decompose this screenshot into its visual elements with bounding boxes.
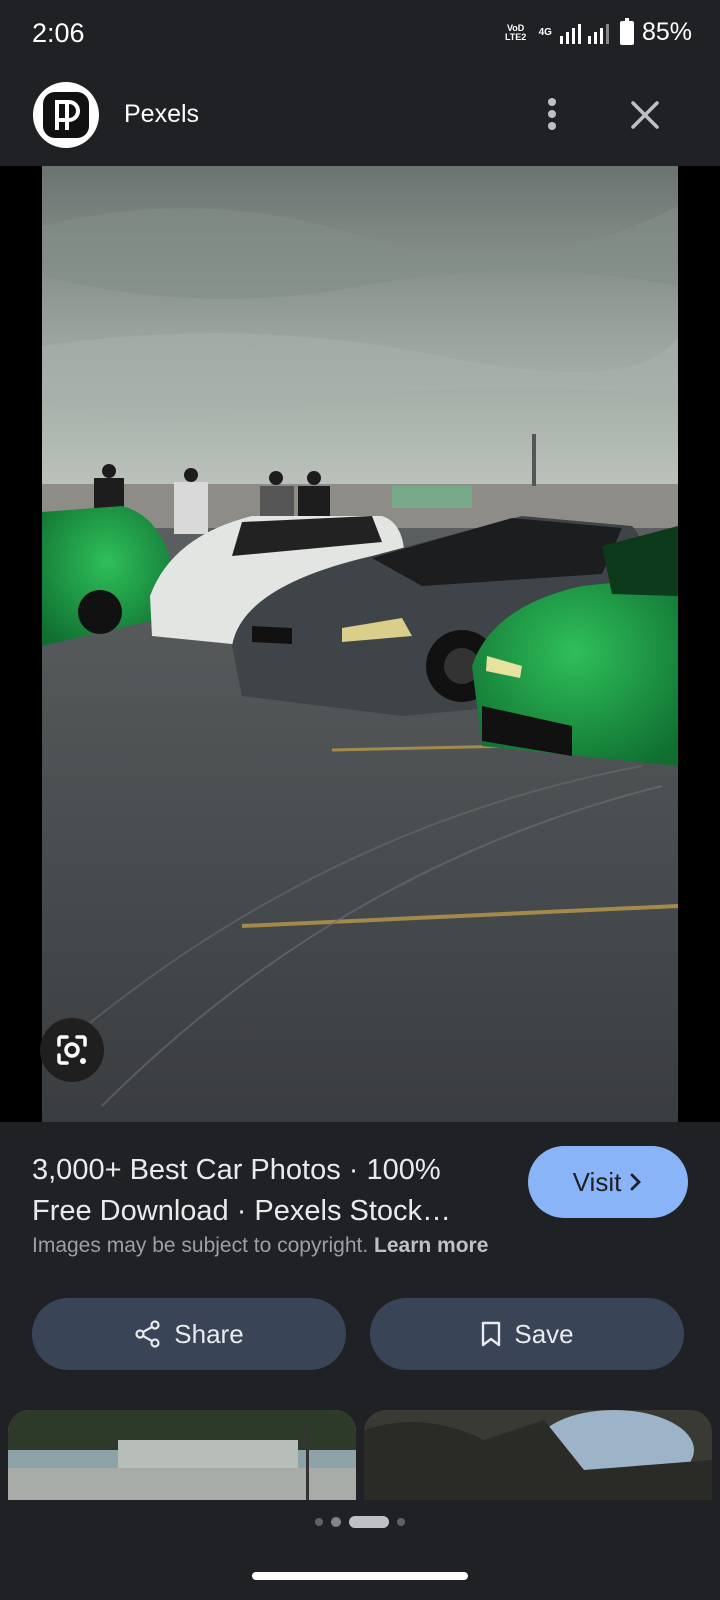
page-dot-active	[349, 1516, 389, 1528]
learn-more-link[interactable]: Learn more	[374, 1234, 488, 1257]
result-title-line-2: Free Download · Pexels Stock…	[32, 1195, 452, 1227]
result-title-line-1: 3,000+ Best Car Photos · 100%	[32, 1154, 441, 1186]
copyright-text: Images may be subject to copyright.	[32, 1234, 369, 1257]
battery-percent: 85%	[641, 18, 692, 46]
share-button[interactable]: Share	[32, 1298, 346, 1370]
chevron-right-icon	[630, 1173, 642, 1191]
bookmark-icon	[482, 1321, 501, 1347]
car-photo[interactable]	[42, 166, 678, 1122]
pexels-p-glyph	[55, 100, 80, 130]
pexels-logo-icon[interactable]	[33, 82, 99, 148]
more-vert-icon[interactable]	[530, 92, 574, 136]
page-dot	[315, 1518, 323, 1526]
related-image-2-art	[364, 1410, 712, 1500]
copyright-notice: Images may be subject to copyright. Lear…	[32, 1234, 488, 1258]
related-image-1[interactable]	[8, 1410, 356, 1500]
related-image-1-art	[8, 1410, 356, 1500]
image-viewer	[0, 166, 720, 1122]
volte-text: VoD LTE2	[504, 22, 527, 42]
pexels-logo-mark	[43, 92, 89, 138]
battery-icon	[619, 17, 634, 45]
page-indicator	[0, 1516, 720, 1528]
related-image-2[interactable]	[364, 1410, 712, 1500]
save-button[interactable]: Save	[370, 1298, 684, 1370]
status-bar: 2:06 VoD LTE2 4G 85%	[0, 0, 720, 66]
visit-button[interactable]: Visit	[528, 1146, 688, 1218]
viewer-header: Pexels	[0, 66, 720, 166]
volte-label: VoD LTE2	[501, 22, 531, 42]
status-time: 2:06	[32, 18, 85, 48]
save-label: Save	[514, 1318, 574, 1349]
gesture-nav-bar[interactable]	[252, 1572, 468, 1580]
signal-icon	[559, 23, 609, 44]
visit-label: Visit	[572, 1166, 622, 1197]
page-dot	[397, 1518, 405, 1526]
site-name[interactable]: Pexels	[124, 100, 199, 129]
google-lens-icon[interactable]	[40, 1018, 104, 1082]
page-dot	[331, 1517, 341, 1527]
car-photo-art	[42, 166, 678, 1122]
close-icon[interactable]	[622, 92, 668, 138]
result-title[interactable]: 3,000+ Best Car Photos · 100% Free Downl…	[32, 1150, 504, 1232]
share-label: Share	[174, 1318, 244, 1349]
network-gen-label: 4G	[538, 26, 552, 38]
status-icons: VoD LTE2 4G 85%	[501, 17, 692, 47]
share-icon	[135, 1320, 160, 1348]
